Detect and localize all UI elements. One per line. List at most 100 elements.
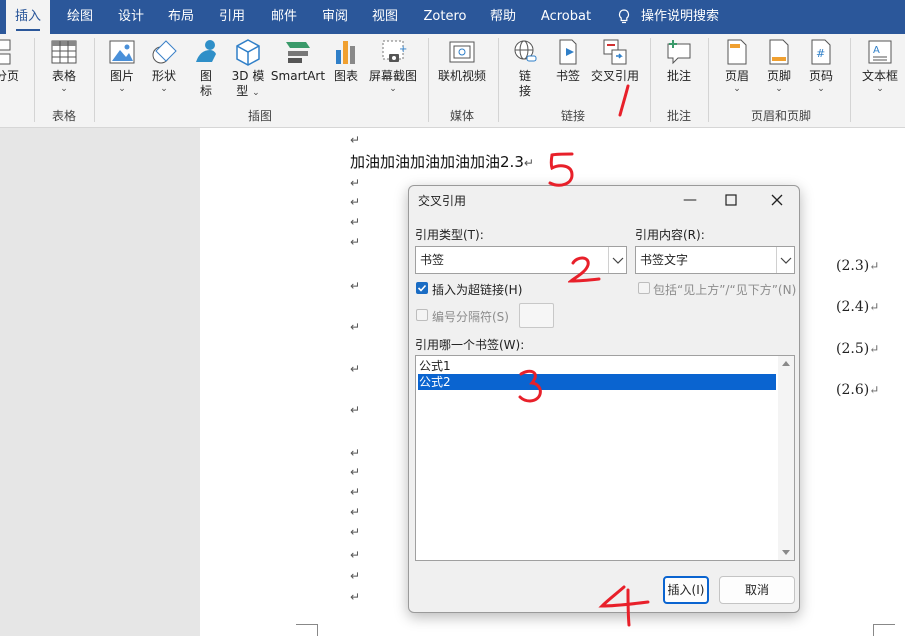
reference-type-select[interactable]: 书签 (415, 246, 627, 274)
reference-content-select[interactable]: 书签文字 (635, 246, 795, 274)
shapes-button[interactable]: 形状 ⌄ (146, 38, 182, 94)
footer-icon (769, 39, 789, 65)
chevron-down-icon: ⌄ (733, 84, 741, 94)
table-label: 表格 (51, 69, 76, 83)
group-label-illustrations: 插图 (247, 109, 272, 123)
cross-reference-label: 交叉引用 (590, 69, 639, 83)
lightbulb-icon (618, 9, 630, 24)
group-separator (428, 38, 429, 122)
group-separator (650, 38, 651, 122)
paragraph-mark: ↵ (350, 195, 361, 209)
smartart-button[interactable]: SmartArt (270, 38, 326, 84)
insert-hyperlink-checkbox[interactable] (416, 282, 428, 294)
icons-button[interactable]: 图 标 (188, 38, 224, 99)
tab-help[interactable]: 帮助 (482, 0, 524, 34)
new-comment-label: 批注 (666, 69, 691, 83)
picture-label: 图片 (109, 69, 134, 83)
smartart-icon (286, 42, 310, 63)
paragraph-mark: ↵ (350, 176, 361, 190)
tab-references[interactable]: 引用 (210, 0, 254, 34)
icons-label-line1: 图 (199, 69, 212, 83)
svg-text:#: # (816, 47, 825, 60)
bookmark-list[interactable]: 公式1 公式2 (415, 355, 795, 561)
paragraph-mark: ↵ (350, 485, 361, 499)
new-comment-button[interactable]: 批注 (660, 38, 698, 84)
ribbon: 分页 表格 ⌄ 表格 图片 ⌄ 形状 ⌄ 图 标 3D 模 型 ⌄ SmartA… (0, 34, 905, 128)
cancel-button[interactable]: 取消 (719, 576, 795, 604)
page-corner-mark (873, 624, 895, 636)
group-label-table: 表格 (51, 109, 76, 123)
page-break-label: 分页 (0, 69, 19, 83)
page-number-button[interactable]: # 页码 ⌄ (802, 38, 840, 94)
paragraph-mark: ↵ (350, 279, 361, 293)
separate-numbers-checkbox[interactable] (416, 309, 428, 321)
3d-models-label-line1: 3D 模 (231, 69, 265, 83)
group-separator (708, 38, 709, 122)
equation-number: (2.4)↵ (836, 299, 880, 315)
group-separator (498, 38, 499, 122)
paragraph-mark: ↵ (350, 465, 361, 479)
tab-view[interactable]: 视图 (364, 0, 406, 34)
picture-button[interactable]: 图片 ⌄ (104, 38, 140, 94)
reference-type-value: 书签 (420, 253, 445, 267)
insert-button[interactable]: 插入(I) (663, 576, 709, 604)
bookmark-button[interactable]: 书签 (550, 38, 586, 84)
reference-type-label: 引用类型(T): (415, 228, 484, 242)
include-above-below-checkbox[interactable] (638, 282, 650, 294)
tab-insert[interactable]: 插入 (6, 0, 50, 34)
group-separator (34, 38, 35, 122)
chart-button[interactable]: 图表 (330, 38, 362, 84)
table-button[interactable]: 表格 ⌄ (46, 38, 82, 94)
footer-button[interactable]: 页脚 ⌄ (760, 38, 798, 94)
screenshot-button[interactable]: + 屏幕截图 ⌄ (366, 38, 420, 94)
page-corner-mark (296, 624, 318, 636)
group-separator (94, 38, 95, 122)
link-label-line2: 接 (518, 84, 531, 98)
minimize-icon[interactable]: — (677, 190, 703, 210)
tab-review[interactable]: 审阅 (314, 0, 356, 34)
document-body-line[interactable]: 加油加油加油加油加油2.3↵ (350, 151, 534, 172)
icons-label-line2: 标 (199, 84, 212, 98)
cross-reference-button[interactable]: 交叉引用 (588, 38, 642, 84)
tab-zotero[interactable]: Zotero (418, 0, 472, 34)
textbox-icon: A (868, 40, 892, 64)
tab-design[interactable]: 设计 (110, 0, 152, 34)
tab-draw[interactable]: 绘图 (58, 0, 102, 34)
link-button[interactable]: 链 接 (508, 38, 542, 99)
chevron-down-icon (776, 247, 794, 273)
separator-input[interactable] (519, 303, 554, 328)
online-video-label: 联机视频 (437, 69, 486, 83)
list-item-selected[interactable]: 公式2 (418, 374, 776, 390)
svg-text:A: A (873, 45, 880, 56)
group-label-header-footer: 页眉和页脚 (750, 109, 811, 123)
screenshot-label: 屏幕截图 (368, 69, 417, 83)
maximize-icon[interactable] (718, 190, 744, 210)
paragraph-mark: ↵ (350, 215, 361, 229)
vertical-scrollbar[interactable] (778, 356, 794, 560)
shapes-label: 形状 (151, 69, 176, 83)
paragraph-mark: ↵ (350, 133, 361, 147)
table-icon (51, 40, 77, 64)
paragraph-mark: ↵ (350, 548, 361, 562)
film-icon (449, 41, 475, 63)
equation-number: (2.5)↵ (836, 341, 880, 357)
chart-icon (336, 41, 355, 64)
group-label-media: 媒体 (449, 109, 474, 123)
reference-content-label: 引用内容(R): (635, 228, 705, 242)
tab-mailings[interactable]: 邮件 (262, 0, 306, 34)
screenshot-icon: + (382, 40, 407, 62)
list-item[interactable]: 公式1 (418, 358, 776, 374)
tell-me-search[interactable]: 操作说明搜索 (640, 0, 720, 34)
3d-models-button[interactable]: 3D 模 型 ⌄ (228, 38, 268, 99)
online-video-button[interactable]: 联机视频 (436, 38, 488, 84)
cross-reference-icon (603, 39, 627, 65)
page-number-icon: # (811, 39, 831, 65)
close-icon[interactable] (764, 190, 790, 210)
link-label-line1: 链 (518, 69, 531, 83)
chevron-down-icon: ⌄ (389, 84, 397, 94)
header-button[interactable]: 页眉 ⌄ (718, 38, 756, 94)
textbox-button[interactable]: A 文本框 ⌄ (858, 38, 902, 94)
page-break-button[interactable]: 分页 (0, 38, 20, 84)
tab-layout[interactable]: 布局 (160, 0, 202, 34)
tab-acrobat[interactable]: Acrobat (536, 0, 596, 34)
